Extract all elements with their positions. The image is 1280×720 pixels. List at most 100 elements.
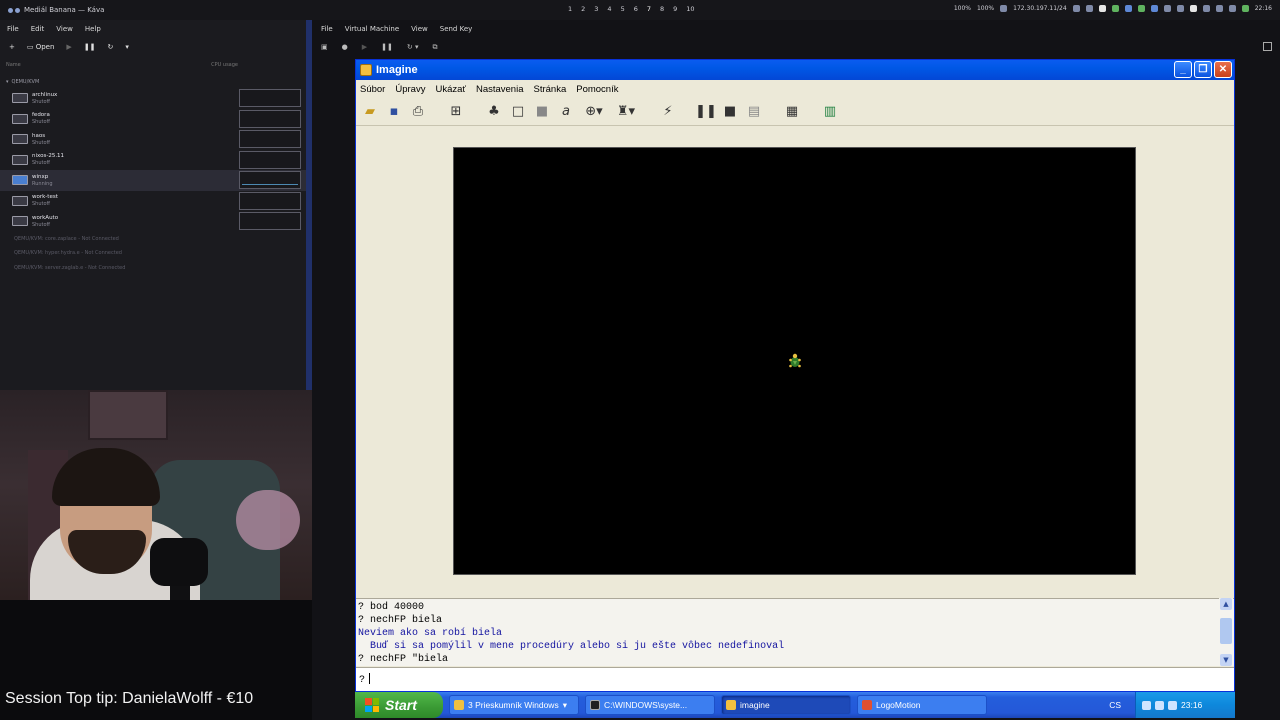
menu-send-key[interactable]: Send Key (440, 25, 473, 33)
menu-edit[interactable]: Edit (31, 25, 45, 33)
workspace-5[interactable]: 5 (621, 5, 625, 13)
menu-help[interactable]: Help (85, 25, 101, 33)
new-vm-icon[interactable]: + (9, 43, 15, 51)
vm-row-winxp[interactable]: winxp Running (0, 170, 308, 191)
drawing-canvas[interactable] (453, 147, 1136, 575)
network-icon[interactable] (1142, 700, 1151, 710)
bluetooth-icon[interactable] (1202, 5, 1210, 12)
info-icon[interactable]: ● (342, 43, 348, 51)
page-icon[interactable]: ▦ (782, 102, 802, 122)
scroll-down-icon[interactable]: ▼ (1220, 654, 1232, 666)
open-folder-icon[interactable]: ▰ (360, 102, 380, 122)
col-cpu[interactable]: CPU usage (211, 62, 238, 76)
chevron-down-icon[interactable]: ▾ (125, 43, 129, 51)
print-icon[interactable]: ⎙ (408, 102, 428, 122)
task-imagine[interactable]: imagine (721, 695, 851, 715)
task-cmd[interactable]: C:\WINDOWS\syste... (585, 695, 715, 715)
text-tool-icon[interactable]: a (556, 102, 576, 122)
network-icon[interactable] (1072, 5, 1080, 12)
scroll-up-icon[interactable]: ▲ (1220, 598, 1232, 610)
open-button[interactable]: ▭ Open (27, 43, 55, 51)
workspace-3[interactable]: 3 (594, 5, 598, 13)
close-button[interactable]: ✕ (1214, 61, 1232, 78)
start-button[interactable]: Start (355, 692, 443, 718)
status-icon[interactable] (1241, 5, 1249, 12)
pause-icon[interactable]: ❚❚ (381, 43, 393, 51)
joystick-icon[interactable]: ⊕▾ (580, 102, 608, 122)
workspace-8[interactable]: 8 (660, 5, 664, 13)
restart-icon[interactable]: ↻ (108, 43, 114, 51)
leaf-icon[interactable] (1137, 5, 1145, 12)
chevron-down-icon[interactable]: ▾ (6, 76, 9, 88)
menu-view[interactable]: View (411, 25, 428, 33)
output-scrollbar[interactable]: ▲ ▼ (1219, 598, 1233, 666)
vm-row-haos[interactable]: haos Shutoff (0, 129, 308, 150)
menu-upravy[interactable]: Úpravy (395, 84, 425, 95)
volume-icon[interactable] (1215, 5, 1223, 12)
display-icon[interactable] (1085, 5, 1093, 12)
security-icon[interactable] (1155, 700, 1164, 710)
vm-row-nixos[interactable]: nixos-25.11 Shutoff (0, 150, 308, 171)
step-icon[interactable]: ▤ (744, 102, 764, 122)
workspace-9[interactable]: 9 (673, 5, 677, 13)
connection-row[interactable]: QEMU/KVM: core.zaplace - Not Connected (0, 232, 308, 247)
play-icon[interactable]: ▶ (66, 43, 71, 51)
turtle-icon[interactable] (789, 353, 801, 369)
menu-view[interactable]: View (56, 25, 73, 33)
snapshot-icon[interactable]: ⧉ (432, 43, 437, 52)
settings-icon[interactable] (1000, 5, 1008, 12)
maximize-button[interactable]: ❐ (1194, 61, 1212, 78)
stop-icon[interactable]: ■ (720, 102, 740, 122)
paint-icon[interactable]: ♜▾ (612, 102, 640, 122)
menu-nastavenia[interactable]: Nastavenia (476, 84, 524, 95)
connection-row[interactable]: QEMU/KVM: hyper.hydra.e - Not Connected (0, 246, 308, 261)
workspace-7[interactable]: 7 (647, 5, 651, 13)
fullscreen-icon[interactable] (1263, 42, 1272, 51)
menu-subor[interactable]: Súbor (360, 84, 385, 95)
language-indicator[interactable]: CS (1109, 700, 1121, 710)
menu-virtual-machine[interactable]: Virtual Machine (345, 25, 399, 33)
play-icon[interactable]: ▶ (362, 43, 367, 51)
wifi-icon[interactable] (1228, 5, 1236, 12)
run-icon[interactable]: ⚡ (658, 102, 678, 122)
vm-row-workauto[interactable]: workAuto Shutoff (0, 211, 308, 232)
turtle-icon[interactable]: ♣ (484, 102, 504, 122)
restart-icon[interactable]: ↻ ▾ (407, 43, 419, 51)
chat-icon[interactable] (1163, 5, 1171, 12)
workspace-10[interactable]: 10 (686, 5, 694, 13)
vm-group[interactable]: ▾ QEMU/KVM (0, 76, 308, 88)
col-name[interactable]: Name (6, 62, 21, 76)
vm-row-fedora[interactable]: fedora Shutoff (0, 109, 308, 130)
workspace-6[interactable]: 6 (634, 5, 638, 13)
task-logomotion[interactable]: LogoMotion (857, 695, 987, 715)
workspace-2[interactable]: 2 (581, 5, 585, 13)
workspace-switcher[interactable]: 1 2 3 4 5 6 7 8 9 10 (568, 5, 695, 13)
telegram-icon[interactable] (1150, 5, 1158, 12)
imagine-titlebar[interactable]: Imagine _ ❐ ✕ (356, 60, 1234, 80)
workspace-1[interactable]: 1 (568, 5, 572, 13)
android-icon[interactable] (1111, 5, 1119, 12)
task-explorer[interactable]: 3 Prieskumník Windows ▾ (449, 695, 579, 715)
save-icon[interactable]: ▪ (384, 102, 404, 122)
rectangle-icon[interactable]: ■ (532, 102, 552, 122)
volume-icon[interactable] (1168, 700, 1177, 710)
connection-row[interactable]: QEMU/KVM: server.zaglab.e - Not Connecte… (0, 261, 308, 276)
menu-stranka[interactable]: Stránka (533, 84, 566, 95)
bell-icon[interactable] (1176, 5, 1184, 12)
cloud-icon[interactable] (1124, 5, 1132, 12)
pause-icon[interactable]: ❚❚ (84, 43, 96, 51)
menu-pomocnik[interactable]: Pomocník (576, 84, 618, 95)
minimize-button[interactable]: _ (1174, 61, 1192, 78)
vm-row-work-test[interactable]: work-test Shutoff (0, 191, 308, 212)
project-icon[interactable]: ▥ (820, 102, 840, 122)
layout-icon[interactable]: ⊞ (446, 102, 466, 122)
phone-icon[interactable] (1098, 5, 1106, 12)
vm-row-archlinux[interactable]: archlinux Shutoff (0, 88, 308, 109)
menu-file[interactable]: File (7, 25, 19, 33)
pause-icon[interactable]: ❚❚ (695, 102, 717, 122)
menu-ukazat[interactable]: Ukázať (435, 84, 466, 95)
frame-icon[interactable]: □ (508, 102, 528, 122)
console-icon[interactable]: ▣ (321, 43, 328, 51)
workspace-4[interactable]: 4 (607, 5, 611, 13)
scroll-thumb[interactable] (1220, 618, 1232, 644)
